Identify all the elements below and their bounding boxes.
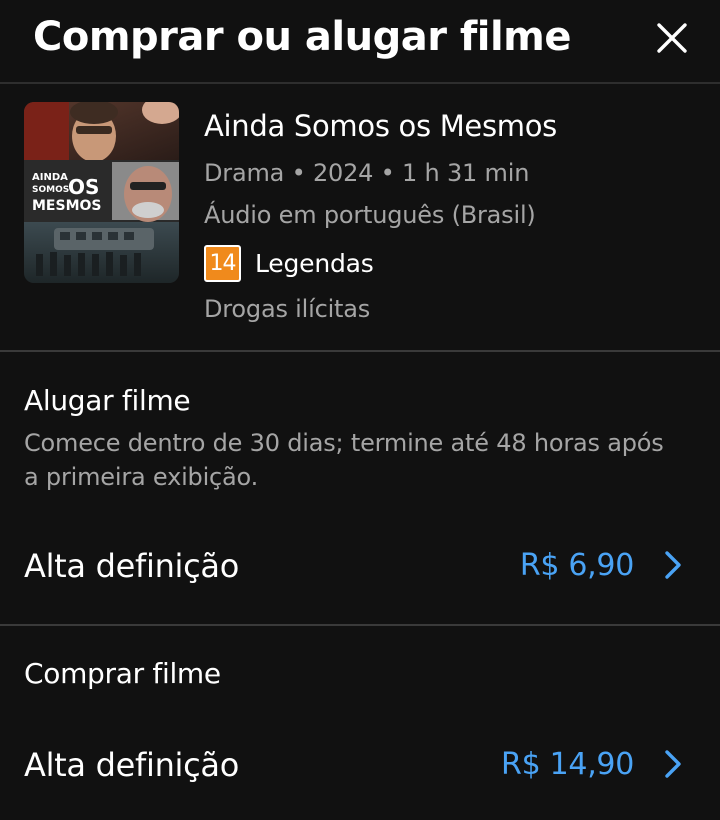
poster-title-line: OS	[68, 175, 99, 199]
dialog-header: Comprar ou alugar filme	[0, 0, 720, 84]
rent-hd-price: R$ 6,90	[519, 548, 634, 583]
subtitles-label: Legendas	[255, 248, 374, 278]
poster-title-line: AINDA	[32, 172, 68, 183]
rent-hd-option[interactable]: Alta definição R$ 6,90	[0, 534, 720, 600]
movie-details: AINDA SOMOS OS MESMOS Ainda Somos os Mes…	[0, 84, 720, 352]
poster-title-line: MESMOS	[32, 198, 102, 214]
buy-section-title: Comprar filme	[24, 657, 221, 690]
age-rating-badge: 14	[204, 244, 241, 282]
rent-description: Comece dentro de 30 dias; termine até 48…	[24, 429, 664, 491]
movie-poster: AINDA SOMOS OS MESMOS	[24, 102, 179, 283]
close-button[interactable]	[650, 16, 694, 60]
buy-hd-label: Alta definição	[24, 746, 240, 784]
rent-hd-label: Alta definição	[24, 547, 240, 585]
buy-hd-option[interactable]: Alta definição R$ 14,90	[0, 733, 720, 799]
content-warning: Drogas ilícitas	[204, 295, 371, 323]
chevron-right-icon	[656, 747, 690, 781]
movie-audio-language: Áudio em português (Brasil)	[204, 201, 536, 229]
rating-and-subtitles: 14 Legendas	[204, 244, 374, 282]
rent-section-title: Alugar filme	[24, 384, 191, 417]
chevron-right-icon	[656, 548, 690, 582]
dialog-title: Comprar ou alugar filme	[33, 14, 572, 60]
close-icon	[657, 23, 687, 53]
section-divider	[0, 624, 720, 626]
poster-title-line: SOMOS	[32, 185, 69, 195]
movie-title: Ainda Somos os Mesmos	[204, 109, 557, 143]
movie-genre-year-duration: Drama • 2024 • 1 h 31 min	[204, 159, 530, 187]
buy-hd-price: R$ 14,90	[501, 747, 634, 782]
